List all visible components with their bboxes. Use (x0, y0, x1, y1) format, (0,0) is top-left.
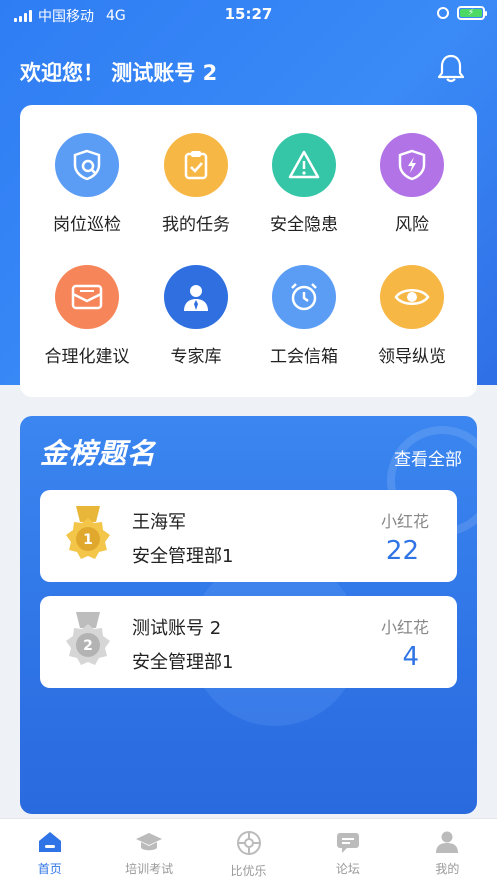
status-bar: 中国移动 4G 15:27 ⚡ (0, 0, 497, 30)
leaderboard-card: 金榜题名 查看全部 1 王海军 安全管理部1 小红花 22 2 测试账号 2 安… (20, 416, 477, 814)
svg-text:1: 1 (83, 532, 93, 548)
welcome-text: 欢迎您！ 测试账号 2 (20, 61, 218, 85)
tab-home[interactable]: 首页 (0, 819, 99, 883)
expert-person-icon (164, 265, 228, 329)
tab-label: 我的 (435, 862, 460, 876)
tab-label: 首页 (37, 862, 62, 876)
entry-name: 王海军 (132, 512, 186, 533)
silver-medal-icon: 2 (66, 612, 110, 665)
bell-icon[interactable] (436, 52, 466, 84)
patrol-shield-icon (55, 133, 119, 197)
status-time: 15:27 (224, 5, 273, 23)
bottom-tab-bar: 首页 培训考试 比优乐 论坛 我的 (0, 818, 497, 883)
flower-label: 小红花 (380, 618, 429, 637)
entry-department: 安全管理部1 (132, 546, 234, 567)
tab-mine[interactable]: 我的 (398, 819, 497, 883)
flower-count: 22 (385, 536, 419, 566)
grid-label: 领导纵览 (378, 347, 446, 367)
entry-name: 测试账号 2 (132, 618, 222, 639)
flower-label: 小红花 (380, 512, 429, 531)
leaderboard-title: 金榜题名 (40, 437, 157, 470)
tab-training[interactable]: 培训考试 (99, 819, 198, 883)
grid-label: 岗位巡检 (53, 215, 121, 235)
graduation-cap-icon (136, 833, 163, 851)
leaderboard-row[interactable]: 1 王海军 安全管理部1 小红花 22 (40, 490, 457, 582)
grid-label: 合理化建议 (44, 347, 130, 367)
alarm-clock-icon (272, 265, 336, 329)
chat-bubble-icon (336, 833, 359, 853)
grid-item-leader-overview[interactable]: 领导纵览 (357, 265, 467, 367)
grid-item-tasks[interactable]: 我的任务 (141, 133, 251, 235)
grid-item-union-mailbox[interactable]: 工会信箱 (249, 265, 359, 367)
grid-label: 风险 (395, 215, 429, 235)
grid-item-experts[interactable]: 专家库 (141, 265, 251, 367)
grid-label: 专家库 (170, 347, 222, 367)
grid-label: 安全隐患 (270, 215, 338, 235)
grid-label: 我的任务 (162, 215, 230, 235)
flower-count: 4 (402, 642, 419, 672)
tab-label: 培训考试 (125, 862, 174, 876)
leaderboard-row[interactable]: 2 测试账号 2 安全管理部1 小红花 4 (40, 596, 457, 688)
grid-item-hazard[interactable]: 安全隐患 (249, 133, 359, 235)
grid-item-risk[interactable]: 风险 (357, 133, 467, 235)
home-icon (38, 832, 61, 852)
tab-forum[interactable]: 论坛 (298, 819, 397, 883)
user-icon (436, 831, 459, 853)
feature-grid: 岗位巡检 我的任务 安全隐患 风险 合理化建议 专家库 工会信箱 领导纵览 (20, 105, 477, 397)
grid-item-patrol[interactable]: 岗位巡检 (32, 133, 142, 235)
entry-department: 安全管理部1 (132, 652, 234, 673)
tab-label: 论坛 (335, 862, 360, 876)
clipboard-check-icon (164, 133, 228, 197)
gold-medal-icon: 1 (66, 506, 110, 559)
battery-icon: ⚡ (457, 6, 487, 20)
grid-label: 工会信箱 (270, 347, 338, 367)
eye-icon (380, 265, 444, 329)
tab-compete[interactable]: 比优乐 (199, 819, 298, 883)
shield-lightning-icon (380, 133, 444, 197)
tab-label: 比优乐 (230, 864, 267, 878)
rotation-lock-icon (437, 7, 449, 19)
view-all-link[interactable]: 查看全部 (394, 445, 462, 470)
compass-icon (236, 831, 261, 855)
svg-text:2: 2 (83, 638, 93, 654)
grid-item-suggestion[interactable]: 合理化建议 (32, 265, 142, 367)
mail-icon (55, 265, 119, 329)
warning-tool-icon (272, 133, 336, 197)
